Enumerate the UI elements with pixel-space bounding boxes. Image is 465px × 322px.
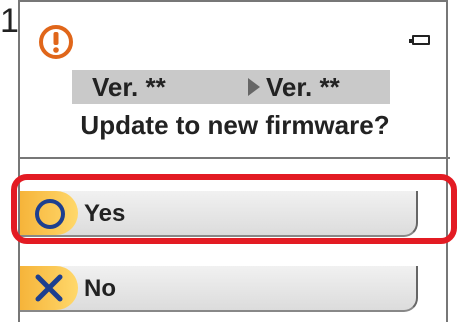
divider xyxy=(20,157,450,159)
update-prompt: Update to new firmware? xyxy=(80,110,390,140)
yes-label: Yes xyxy=(84,200,126,227)
no-button[interactable]: No xyxy=(20,266,418,312)
yes-icon-box xyxy=(20,191,78,235)
version-bar: Ver. ** Ver. ** xyxy=(72,70,390,104)
circle-icon xyxy=(35,199,65,229)
no-label: No xyxy=(84,275,116,302)
no-icon-box xyxy=(20,266,78,310)
battery-icon xyxy=(409,35,430,45)
current-version: Ver. ** xyxy=(92,72,166,102)
warning-icon xyxy=(39,25,73,59)
device-screen: Ver. ** Ver. ** Update to new firmware? … xyxy=(18,0,450,322)
arrow-right-icon xyxy=(248,78,260,96)
new-version: Ver. ** xyxy=(266,72,340,102)
yes-button[interactable]: Yes xyxy=(20,191,418,237)
cross-icon xyxy=(35,274,63,302)
